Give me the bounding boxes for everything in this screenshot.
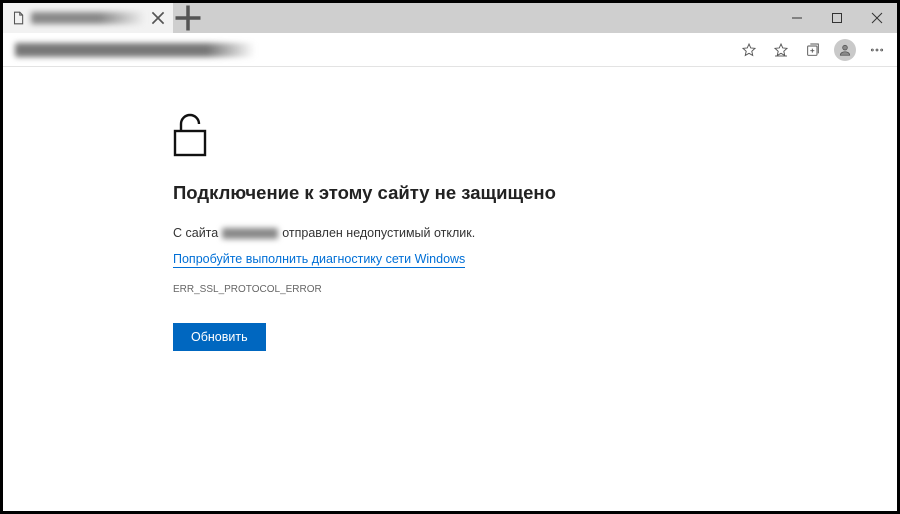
diagnostics-link[interactable]: Попробуйте выполнить диагностику сети Wi… [173,252,465,268]
tab-strip [3,3,897,33]
close-tab-icon[interactable] [151,11,165,25]
address-bar [3,33,897,67]
new-tab-button[interactable] [173,3,203,33]
browser-window: Подключение к этому сайту не защищено С … [0,0,900,514]
favorites-bar-icon[interactable] [767,36,795,64]
error-sub-prefix: С сайта [173,226,218,240]
unlocked-lock-icon [173,111,897,162]
error-sub-suffix: отправлен недопустимый отклик. [282,226,475,240]
error-code: ERR_SSL_PROTOCOL_ERROR [173,284,897,295]
favorite-star-icon[interactable] [735,36,763,64]
close-window-button[interactable] [857,3,897,33]
error-subtext: С сайта отправлен недопустимый отклик. [173,226,897,240]
site-name-redacted [222,228,278,239]
window-controls [777,3,897,33]
url-redacted[interactable] [15,43,255,57]
profile-avatar[interactable] [831,36,859,64]
refresh-button[interactable]: Обновить [173,323,266,351]
file-icon [11,11,25,25]
more-menu-icon[interactable] [863,36,891,64]
minimize-button[interactable] [777,3,817,33]
collections-icon[interactable] [799,36,827,64]
error-page-content: Подключение к этому сайту не защищено С … [3,67,897,511]
error-heading: Подключение к этому сайту не защищено [173,182,897,204]
active-tab[interactable] [3,3,173,33]
maximize-button[interactable] [817,3,857,33]
tab-title-redacted [31,12,145,24]
